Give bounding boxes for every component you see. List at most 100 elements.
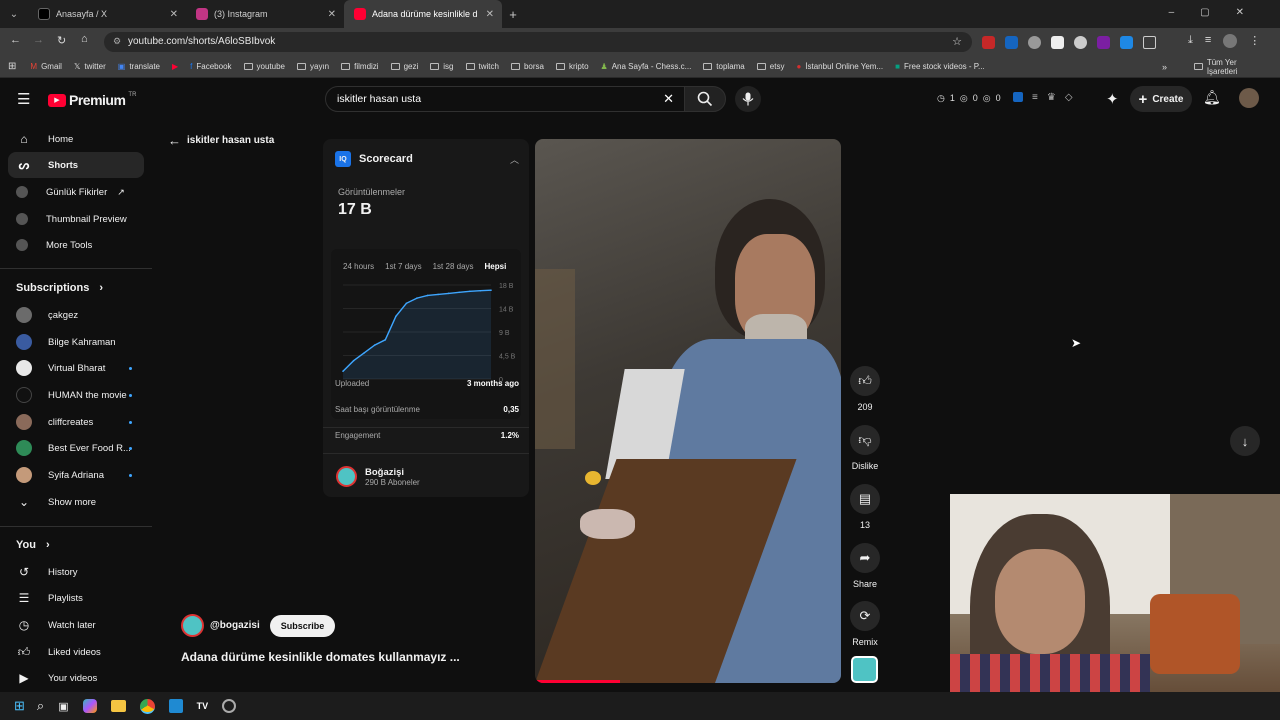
sidebar-item-shorts[interactable]: ᔕ Shorts — [8, 152, 144, 178]
reload-icon[interactable]: ↻ — [57, 34, 66, 47]
app-icon[interactable] — [168, 699, 183, 713]
next-video-button[interactable]: ↓ — [1230, 426, 1260, 456]
back-to-search-link[interactable]: ← iskitler hasan usta — [168, 133, 274, 148]
extension-icon[interactable] — [1120, 36, 1133, 49]
like-button[interactable]: 👍︎ 209 — [847, 366, 883, 412]
bookmark-all[interactable]: Tüm Yer İşaretleri — [1194, 58, 1268, 76]
bookmark-folder-isg[interactable]: isg — [430, 62, 454, 71]
extension-icon[interactable] — [1028, 36, 1041, 49]
bookmark-facebook[interactable]: f Facebook — [190, 62, 231, 71]
sidebar-item-liked-videos[interactable]: 👍︎ Liked videos — [8, 639, 144, 665]
subscribe-button[interactable]: Subscribe — [269, 614, 336, 637]
subscription-syifa-adriana[interactable]: Syifa Adriana — [8, 462, 144, 488]
close-icon[interactable]: ✕ — [328, 9, 336, 20]
bookmark-folder-twitch[interactable]: twitch — [465, 62, 499, 71]
bookmark-folder-yayin[interactable]: yayın — [297, 62, 329, 71]
download-icon[interactable]: ⤓ — [1188, 34, 1193, 48]
show-more-button[interactable]: ⌄ Show more — [8, 489, 144, 515]
tab-instagram[interactable]: (3) Instagram ✕ — [186, 0, 344, 28]
sidebar-item-history[interactable]: ↺ History — [8, 559, 144, 585]
task-view-icon[interactable]: ▣ — [58, 700, 68, 713]
sidebar-item-playlists[interactable]: ☰ Playlists — [8, 585, 144, 611]
close-icon[interactable]: ✕ — [170, 9, 178, 20]
bookmark-stock-videos[interactable]: ■ Free stock videos - P... — [895, 62, 985, 71]
clear-search-icon[interactable]: ✕ — [663, 91, 674, 107]
subscription-cliffcreates[interactable]: cliffcreates — [8, 409, 144, 435]
dislike-button[interactable]: 👎︎ Dislike — [847, 425, 883, 471]
scorecard-header[interactable]: IQ Scorecard — [335, 151, 413, 167]
app-icon[interactable] — [222, 699, 237, 713]
sidebar-item-watch-later[interactable]: ◷ Watch later — [8, 612, 144, 638]
remix-button[interactable]: ⟳ Remix — [847, 601, 883, 647]
extension-icon[interactable] — [1051, 36, 1064, 49]
list-icon[interactable]: ≡ — [1032, 92, 1038, 103]
more-menu-icon[interactable]: ⋮ — [1249, 34, 1260, 48]
profile-avatar[interactable] — [1223, 34, 1238, 48]
bookmark-folder-filmdizi[interactable]: filmdizi — [341, 62, 379, 71]
bookmark-folder-borsa[interactable]: borsa — [510, 62, 544, 71]
extensions-puzzle-icon[interactable] — [1143, 36, 1156, 49]
scorecard-channel[interactable]: Boğazişi 290 B Aboneler — [336, 466, 420, 487]
extension-icon[interactable] — [1074, 36, 1087, 49]
windows-start-icon[interactable]: ⊞ — [14, 698, 25, 714]
file-explorer-icon[interactable] — [110, 700, 126, 712]
bookmark-twitter[interactable]: 𝕏twitter — [74, 62, 106, 71]
home-icon[interactable]: ⌂ — [81, 33, 88, 45]
tab-youtube[interactable]: Adana dürüme kesinlikle d ✕ — [344, 0, 502, 28]
subscription-bilge-kahraman[interactable]: Bilge Kahraman — [8, 329, 144, 355]
subscription-human-the-movie[interactable]: HUMAN the movie — [8, 382, 144, 408]
sidebar-item-thumbnail-preview[interactable]: Thumbnail Preview — [8, 206, 144, 232]
vidiq-icon[interactable] — [1013, 92, 1023, 102]
account-avatar[interactable] — [1239, 88, 1259, 108]
create-button[interactable]: + Create — [1130, 86, 1192, 112]
tradingview-icon[interactable]: TV — [197, 701, 209, 711]
window-controls[interactable]: –▢✕ — [1169, 7, 1270, 18]
apps-grid-icon[interactable]: ⊞ — [8, 61, 16, 72]
sparkle-icon[interactable]: ✦ — [1106, 90, 1119, 108]
hamburger-menu-icon[interactable]: ☰ — [17, 90, 30, 108]
sidebar-item-more-tools[interactable]: More Tools — [8, 232, 144, 258]
close-icon[interactable]: ✕ — [486, 9, 494, 20]
channel-avatar[interactable] — [181, 614, 204, 637]
bookmark-chess[interactable]: ♟ Ana Sayfa - Chess.c... — [601, 62, 692, 71]
search-button[interactable] — [684, 86, 726, 112]
tag-icon[interactable]: ◇ — [1065, 92, 1073, 103]
voice-search-button[interactable] — [735, 86, 761, 112]
bookmark-youtube-icon[interactable]: ▶ — [172, 62, 178, 71]
site-info-icon[interactable]: ⚙ — [113, 36, 121, 47]
extension-icon[interactable] — [1005, 36, 1018, 49]
extension-icon[interactable] — [1097, 36, 1110, 49]
video-progress[interactable] — [535, 680, 620, 683]
extension-icon[interactable] — [982, 36, 995, 49]
chrome-icon[interactable] — [139, 698, 155, 714]
bookmark-folder-gezi[interactable]: gezi — [390, 62, 418, 71]
subscription-virtual-bharat[interactable]: Virtual Bharat — [8, 355, 144, 381]
search-input[interactable]: iskitler hasan usta ✕ — [325, 86, 685, 112]
copilot-icon[interactable] — [82, 699, 97, 713]
url-field[interactable]: ⚙ youtube.com/shorts/A6loSBIbvok ☆ — [104, 32, 972, 52]
reading-list-icon[interactable]: ≡ — [1205, 34, 1211, 48]
collapse-icon[interactable]: ︿ — [510, 153, 519, 166]
youtube-logo[interactable]: ▶ Premium TR — [48, 92, 136, 108]
subscription-cakgez[interactable]: çakgez — [8, 302, 144, 328]
subscriptions-heading[interactable]: Subscriptions › — [16, 282, 103, 294]
bookmark-folder-etsy[interactable]: etsy — [756, 62, 784, 71]
audio-thumbnail[interactable] — [851, 656, 878, 683]
sidebar-item-your-videos[interactable]: ▶ Your videos — [8, 665, 144, 691]
shorts-video-player[interactable] — [535, 139, 841, 683]
tab-search-icon[interactable]: ⌄ — [0, 9, 28, 20]
star-icon[interactable]: ☆ — [952, 35, 962, 48]
bookmark-folder-youtube[interactable]: youtube — [243, 62, 285, 71]
bookmark-translate[interactable]: ▣ translate — [118, 62, 160, 71]
bookmark-folder-toplama[interactable]: toplama — [703, 62, 745, 71]
sidebar-item-home[interactable]: ⌂ Home — [8, 126, 144, 152]
comments-button[interactable]: ▤ 13 — [847, 484, 883, 530]
video-title[interactable]: Adana dürüme kesinlikle domates kullanma… — [181, 650, 460, 664]
bookmark-gmail[interactable]: M Gmail — [30, 62, 62, 71]
bookmark-istanbul[interactable]: ● İstanbul Online Yem... — [796, 62, 883, 71]
you-heading[interactable]: You › — [16, 539, 50, 551]
forward-icon[interactable]: → — [33, 34, 44, 46]
channel-handle[interactable]: @bogazisi — [210, 620, 260, 631]
bell-icon[interactable]: 🔔︎ — [1203, 89, 1221, 106]
bookmark-folder-kripto[interactable]: kripto — [555, 62, 589, 71]
